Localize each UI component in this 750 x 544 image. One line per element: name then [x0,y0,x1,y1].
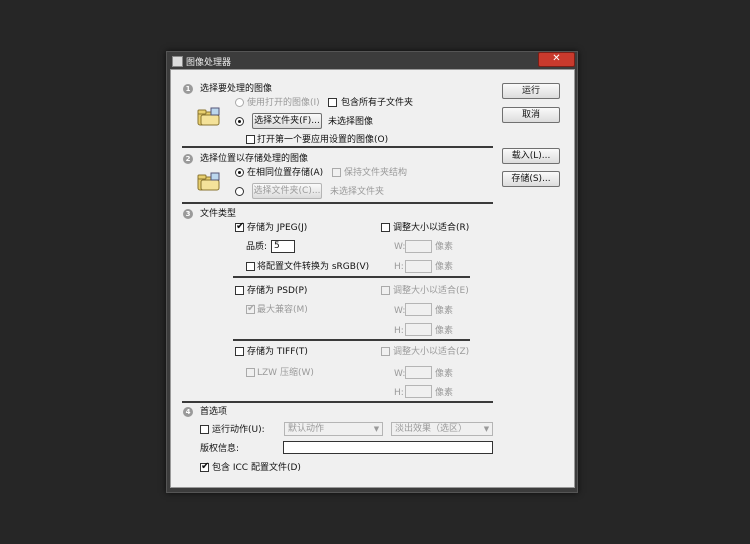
select-dest-folder-radio[interactable] [235,187,244,196]
cancel-button[interactable]: 取消 [502,107,560,123]
jpeg-width-input[interactable] [405,240,432,253]
psd-width-input[interactable] [405,303,432,316]
save-as-jpeg-label: 存储为 JPEG(J) [247,223,308,233]
section-4-heading: 首选项 [200,407,228,417]
section-divider [182,202,493,204]
chevron-down-icon: ▼ [483,425,490,433]
close-button[interactable]: ✕ [538,52,575,67]
save-as-tiff-checkbox[interactable] [235,347,244,356]
tiff-height-label: H: [394,388,404,398]
quality-label: 品质: [246,242,268,252]
psd-resize-label: 调整大小以适合(E) [393,286,469,296]
section-1-heading: 选择要处理的图像 [200,84,273,94]
select-source-folder-button[interactable]: 选择文件夹(F)... [252,113,322,129]
tiff-width-unit: 像素 [435,369,454,379]
action-set-dropdown[interactable]: 默认动作 ▼ [284,422,383,436]
lzw-compression-label: LZW 压缩(W) [257,368,314,378]
include-icc-checkbox[interactable]: ✔ [200,461,209,472]
app-icon [172,56,183,67]
psd-resize-checkbox[interactable] [381,286,390,295]
convert-srgb-checkbox[interactable] [246,262,255,271]
save-as-jpeg-checkbox[interactable]: ✔ [235,221,244,232]
keep-folder-structure-label: 保持文件夹结构 [344,168,408,178]
dest-folder-status: 未选择文件夹 [330,187,385,197]
save-as-tiff-label: 存储为 TIFF(T) [247,347,308,357]
same-location-radio[interactable] [235,168,244,177]
jpeg-resize-label: 调整大小以适合(R) [393,223,470,233]
select-dest-folder-button[interactable]: 选择文件夹(C)... [252,183,322,199]
section-1-number: 1 [183,84,193,94]
subsection-divider [233,339,470,341]
psd-width-label: W: [394,306,406,316]
chevron-down-icon: ▼ [373,425,380,433]
jpeg-height-label: H: [394,262,404,272]
include-subfolders-checkbox[interactable] [328,98,337,107]
max-compatibility-label: 最大兼容(M) [257,305,308,315]
run-action-label: 运行动作(U): [212,425,265,435]
section-divider [182,146,493,148]
save-settings-button[interactable]: 存储(S)... [502,171,560,187]
tiff-height-unit: 像素 [435,388,454,398]
open-first-image-label: 打开第一个要应用设置的图像(O) [257,135,389,145]
section-divider [182,401,493,403]
section-2-heading: 选择位置以存储处理的图像 [200,154,309,164]
window-title: 图像处理器 [186,58,232,68]
select-folder-radio[interactable] [235,117,244,126]
lzw-compression-checkbox[interactable] [246,368,255,377]
jpeg-height-unit: 像素 [435,262,454,272]
tiff-width-input[interactable] [405,366,432,379]
save-as-psd-checkbox[interactable] [235,286,244,295]
folder-icon [197,172,220,191]
include-icc-label: 包含 ICC 配置文件(D) [212,463,301,473]
tiff-height-input[interactable] [405,385,432,398]
quality-input[interactable]: 5 [271,240,295,253]
open-first-image-checkbox[interactable] [246,135,255,144]
subsection-divider [233,276,470,278]
psd-width-unit: 像素 [435,306,454,316]
convert-srgb-label: 将配置文件转换为 sRGB(V) [257,262,370,272]
use-open-images-radio[interactable] [235,98,244,107]
tiff-resize-label: 调整大小以适合(Z) [393,347,470,357]
jpeg-width-unit: 像素 [435,242,454,252]
same-location-label: 在相同位置存储(A) [247,168,324,178]
save-as-psd-label: 存储为 PSD(P) [247,286,308,296]
tiff-resize-checkbox[interactable] [381,347,390,356]
psd-height-label: H: [394,326,404,336]
jpeg-height-input[interactable] [405,260,432,273]
copyright-input[interactable] [283,441,493,454]
tiff-width-label: W: [394,369,406,379]
copyright-label: 版权信息: [200,444,240,454]
section-4-number: 4 [183,407,193,417]
source-folder-status: 未选择图像 [328,117,374,127]
use-open-images-label: 使用打开的图像(I) [247,98,320,108]
action-value: 淡出效果（选区） [395,424,468,434]
include-subfolders-label: 包含所有子文件夹 [341,98,414,108]
psd-height-unit: 像素 [435,326,454,336]
keep-folder-structure-checkbox[interactable] [332,168,341,177]
max-compatibility-checkbox[interactable]: ✔ [246,303,255,314]
run-button[interactable]: 运行 [502,83,560,99]
psd-height-input[interactable] [405,323,432,336]
folder-icon [197,107,220,126]
jpeg-width-label: W: [394,242,406,252]
section-3-number: 3 [183,209,193,219]
run-action-checkbox[interactable] [200,425,209,434]
jpeg-resize-checkbox[interactable] [381,223,390,232]
section-3-heading: 文件类型 [200,209,237,219]
section-2-number: 2 [183,154,193,164]
load-button[interactable]: 载入(L)... [502,148,560,164]
action-set-value: 默认动作 [288,424,325,434]
action-dropdown[interactable]: 淡出效果（选区） ▼ [391,422,493,436]
